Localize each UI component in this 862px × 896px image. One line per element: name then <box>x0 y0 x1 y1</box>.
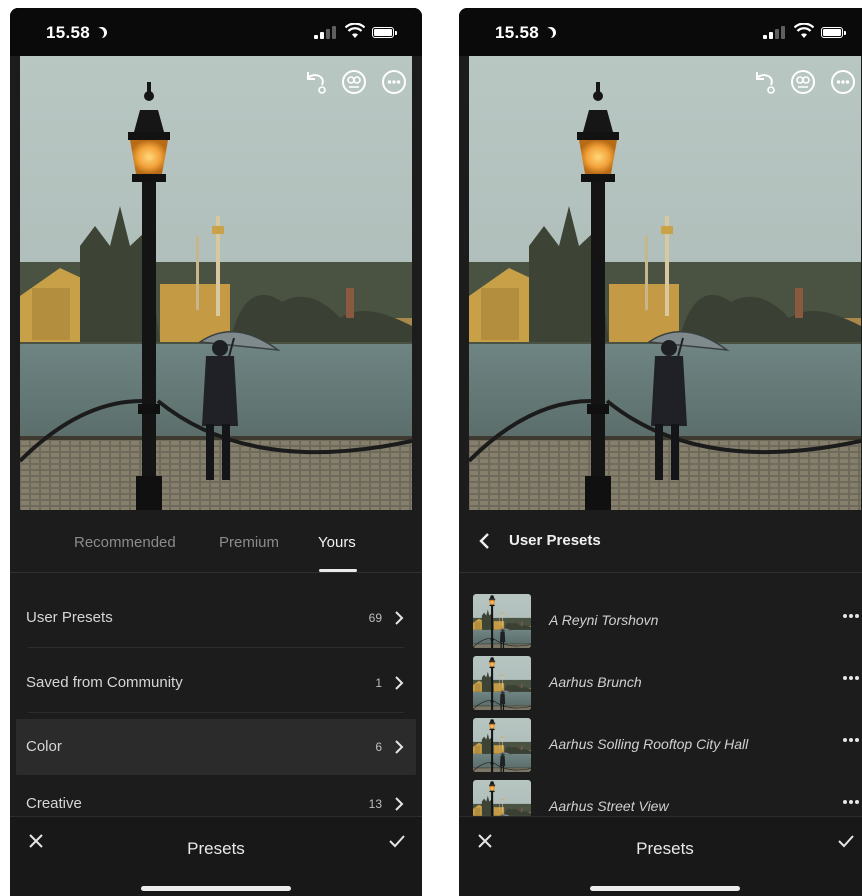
battery-icon <box>821 27 846 38</box>
undo-icon[interactable] <box>302 68 330 96</box>
list-item-label: Creative <box>26 795 82 812</box>
wifi-icon <box>345 23 365 38</box>
preset-tabs: Recommended Premium Yours <box>10 510 422 573</box>
status-icons <box>314 23 397 39</box>
people-icon[interactable] <box>789 68 817 96</box>
preset-item[interactable]: Aarhus Brunch <box>459 652 862 712</box>
user-presets-header: User Presets <box>459 510 862 573</box>
bottom-bar: Presets <box>10 816 422 896</box>
photo-preview[interactable] <box>469 56 861 510</box>
active-tab-indicator <box>319 569 357 572</box>
preset-name: A Reyni Torshovn <box>549 612 659 628</box>
home-indicator[interactable] <box>590 886 740 891</box>
list-item-count: 1 <box>375 676 382 690</box>
preset-item[interactable]: Aarhus Solling Rooftop City Hall <box>459 714 862 774</box>
moon-icon <box>542 28 553 39</box>
more-options-icon[interactable] <box>843 676 861 682</box>
tab-recommended[interactable]: Recommended <box>74 534 176 551</box>
photo-toolbar <box>743 68 862 98</box>
list-item-count: 6 <box>375 740 382 754</box>
home-indicator[interactable] <box>141 886 291 891</box>
back-chevron-icon[interactable] <box>475 531 495 551</box>
status-bar: 15.58 <box>10 8 422 56</box>
chevron-right-icon <box>395 797 404 811</box>
list-item-color[interactable]: Color 6 <box>16 719 416 775</box>
preset-name: Aarhus Street View <box>549 798 669 814</box>
right-phone-screen: 15.58 User Presets A Reyni Torshovn Aarh… <box>459 8 862 896</box>
page-title: User Presets <box>509 532 601 549</box>
more-icon[interactable] <box>380 68 408 96</box>
preset-name: Aarhus Brunch <box>549 674 642 690</box>
preset-thumbnail <box>473 718 531 772</box>
status-time: 15.58 <box>495 23 556 43</box>
wifi-icon <box>794 23 814 38</box>
photo-preview[interactable] <box>20 56 412 510</box>
checkmark-icon[interactable] <box>388 833 406 849</box>
signal-icon <box>314 25 336 39</box>
battery-icon <box>372 27 397 38</box>
bottom-bar: Presets <box>459 816 862 896</box>
checkmark-icon[interactable] <box>837 833 855 849</box>
preset-thumbnail <box>473 656 531 710</box>
chevron-right-icon <box>395 740 404 754</box>
status-time: 15.58 <box>46 23 107 43</box>
list-item-count: 69 <box>368 611 382 625</box>
divider <box>28 712 404 713</box>
moon-icon <box>93 28 104 39</box>
bottom-bar-title: Presets <box>187 839 245 858</box>
list-item-count: 13 <box>368 797 382 811</box>
status-icons <box>763 23 846 39</box>
divider <box>28 647 404 648</box>
people-icon[interactable] <box>340 68 368 96</box>
photo-toolbar <box>294 68 414 98</box>
more-icon[interactable] <box>829 68 857 96</box>
chevron-right-icon <box>395 611 404 625</box>
left-phone-screen: 15.58 Recommended Premium Yours User Pre… <box>10 8 422 896</box>
preset-name: Aarhus Solling Rooftop City Hall <box>549 736 749 752</box>
undo-icon[interactable] <box>751 68 779 96</box>
more-options-icon[interactable] <box>843 738 861 744</box>
list-item-label: User Presets <box>26 609 113 626</box>
list-item-saved-from-community[interactable]: Saved from Community 1 <box>16 655 416 711</box>
signal-icon <box>763 25 785 39</box>
list-item-label: Saved from Community <box>26 674 183 691</box>
chevron-right-icon <box>395 676 404 690</box>
tab-premium[interactable]: Premium <box>219 534 279 551</box>
status-bar: 15.58 <box>459 8 862 56</box>
more-options-icon[interactable] <box>843 800 861 806</box>
more-options-icon[interactable] <box>843 614 861 620</box>
list-item-user-presets[interactable]: User Presets 69 <box>16 590 416 646</box>
list-item-label: Color <box>26 738 62 755</box>
preset-thumbnail <box>473 594 531 648</box>
preset-item[interactable]: A Reyni Torshovn <box>459 590 862 650</box>
tab-yours[interactable]: Yours <box>318 534 356 551</box>
bottom-bar-title: Presets <box>636 839 694 858</box>
